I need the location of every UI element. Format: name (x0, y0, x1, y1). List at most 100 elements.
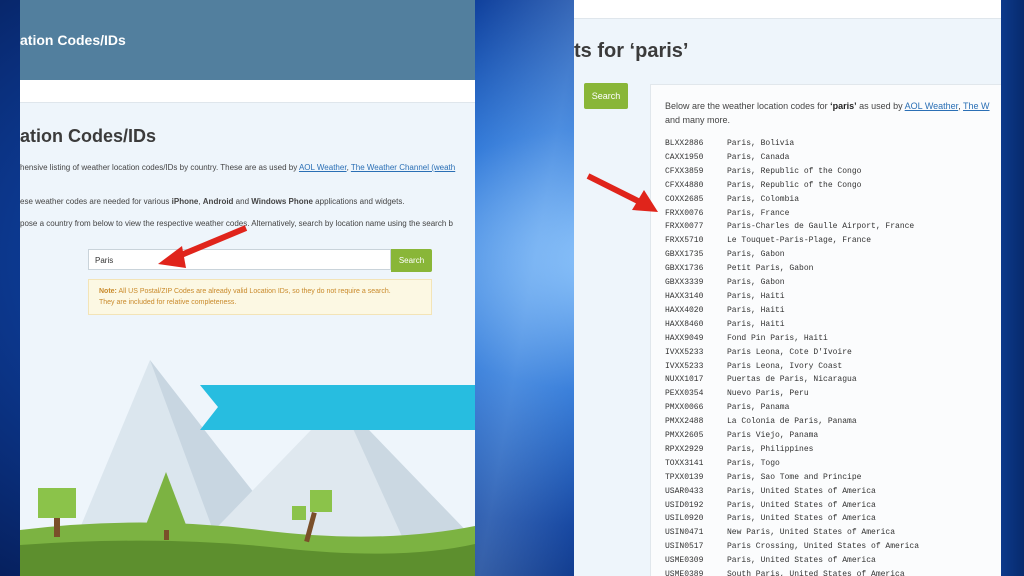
note-line-2: They are included for relative completen… (99, 299, 237, 306)
location-name: Le Touquet-Paris-Plage, France (727, 236, 872, 246)
results-intro-mid: as used by (856, 101, 905, 111)
location-name: Fond Pin Paris, Haiti (727, 333, 828, 343)
location-code: HAXX4020 (665, 305, 704, 315)
location-name: Paris, France (727, 208, 790, 218)
site-header: ation Codes/IDs (20, 0, 475, 80)
note-alert: Note: All US Postal/ZIP Codes are alread… (88, 279, 432, 315)
location-code: USIN0471 (665, 528, 704, 538)
location-code: USME0389 (665, 570, 704, 576)
location-code: HAXX8460 (665, 319, 704, 329)
result-row: HAXX8460 Paris, Haiti (665, 318, 919, 332)
result-row: GBXX1736 Petit Paris, Gabon (665, 262, 919, 276)
nav-bar (20, 80, 475, 103)
location-name: Paris, Haiti (727, 305, 785, 315)
platforms-tail: applications and widgets. (312, 197, 405, 206)
aol-weather-link[interactable]: AOL Weather (905, 101, 959, 111)
results-query: ‘paris’ (830, 101, 857, 111)
page-title: ation Codes/IDs (20, 126, 157, 146)
location-name: Paris Viejo, Panama (727, 431, 819, 441)
results-card: Below are the weather location codes for… (650, 84, 1001, 576)
location-code: CFXX4880 (665, 180, 704, 190)
search-button[interactable]: Search (391, 249, 432, 272)
result-row: TPXX0139 Paris, Sao Tome and Principe (665, 471, 919, 485)
results-intro-line-2: and many more. (665, 115, 731, 125)
results-list: BLXX2886 Paris, Bolivia CAXX1950 Paris, Can… (665, 137, 919, 576)
location-name: Paris-Charles de Gaulle Airport, France (727, 222, 915, 232)
result-row: HAXX4020 Paris, Haiti (665, 304, 919, 318)
site-header-title[interactable]: ation Codes/IDs (20, 32, 126, 48)
location-code: GBXX3339 (665, 278, 704, 288)
result-row: PEXX0354 Nuevo Paris, Peru (665, 387, 919, 401)
result-row: CFXX3859 Paris, Republic of the Congo (665, 165, 919, 179)
location-code: IVXX5233 (665, 361, 704, 371)
result-row: FRXX5710 Le Touquet-Paris-Plage, France (665, 234, 919, 248)
location-name: Paris, United States of America (727, 486, 876, 496)
location-name: Paris Leona, Cote D'Ivoire (727, 347, 852, 357)
result-row: PMXX2488 La Colonia de Paris, Panama (665, 415, 919, 429)
location-code: USIL0920 (665, 514, 704, 524)
location-code: TOXX3141 (665, 458, 704, 468)
location-name: Paris, Sao Tome and Principe (727, 472, 862, 482)
location-code: NUXX1017 (665, 375, 704, 385)
location-code: FRXX0077 (665, 222, 704, 232)
result-row: BLXX2886 Paris, Bolivia (665, 137, 919, 151)
location-name: Nuevo Paris, Peru (727, 389, 809, 399)
result-row: USME0389 South Paris, United States of Am… (665, 568, 919, 576)
result-row: IVXX5233 Paris Leona, Ivory Coast (665, 360, 919, 374)
location-name: Paris, Bolivia (727, 139, 795, 148)
search-button[interactable]: Search (584, 83, 628, 109)
result-row: GBXX3339 Paris, Gabon (665, 276, 919, 290)
location-code: USME0309 (665, 556, 704, 566)
weather-channel-link[interactable]: The Weather Channel (weath (351, 163, 455, 172)
location-name: Paris, United States of America (727, 500, 876, 510)
location-code: FRXX0076 (665, 208, 704, 218)
result-row: RPXX2929 Paris, Philippines (665, 443, 919, 457)
platform-windows-phone: Windows Phone (251, 197, 313, 206)
location-name: Paris, Republic of the Congo (727, 166, 862, 176)
location-name: Paris, United States of America (727, 514, 876, 524)
location-code: USAR0433 (665, 486, 704, 496)
note-label: Note: (99, 288, 117, 295)
result-row: USIN0517 Paris Crossing, United States of… (665, 540, 919, 554)
location-code: HAXX3140 (665, 291, 704, 301)
location-name: Petit Paris, Gabon (727, 264, 814, 274)
location-code: FRXX5710 (665, 236, 704, 246)
location-code: IVXX5233 (665, 347, 704, 357)
aol-weather-link[interactable]: AOL Weather (299, 163, 347, 172)
location-code: BLXX2886 (665, 139, 704, 148)
location-name: Paris, Gabon (727, 278, 785, 288)
location-code: HAXX9049 (665, 333, 704, 343)
result-row: USIL0920 Paris, United States of America (665, 512, 919, 526)
result-row: USID0192 Paris, United States of America (665, 499, 919, 513)
note-line-1: All US Postal/ZIP Codes are already vali… (116, 288, 391, 295)
result-row: PMXX0066 Paris, Panama (665, 401, 919, 415)
location-name: Paris, Republic of the Congo (727, 180, 862, 190)
location-name: New Paris, United States of America (727, 528, 896, 538)
result-row: FRXX0077 Paris-Charles de Gaulle Airport,… (665, 220, 919, 234)
result-row: TOXX3141 Paris, Togo (665, 457, 919, 471)
result-row: PMXX2605 Paris Viejo, Panama (665, 429, 919, 443)
result-row: IVXX5233 Paris Leona, Cote D'Ivoire (665, 346, 919, 360)
result-row: HAXX9049 Fond Pin Paris, Haiti (665, 332, 919, 346)
platform-iphone: iPhone (171, 197, 199, 206)
platforms-sep-2: and (233, 197, 252, 206)
location-code: CAXX1950 (665, 152, 704, 162)
red-arrow-icon (158, 225, 248, 268)
red-arrow-icon (586, 173, 658, 212)
result-row: GBXX1735 Paris, Gabon (665, 248, 919, 262)
weather-channel-link[interactable]: The W (963, 101, 990, 111)
location-name: La Colonia de Paris, Panama (727, 417, 857, 427)
result-row: USAR0433 Paris, United States of America (665, 485, 919, 499)
right-screenshot-panel: ts for ‘paris’ Search Below are the weat… (574, 0, 1001, 576)
location-name: Paris, Panama (727, 403, 790, 413)
location-code: PMXX0066 (665, 403, 704, 413)
location-name: Paris, Canada (727, 152, 790, 162)
result-row: CFXX4880 Paris, Republic of the Congo (665, 179, 919, 193)
platforms-text: ese weather codes are needed for various (20, 197, 172, 206)
location-code: CFXX3859 (665, 166, 704, 176)
result-row: FRXX0076 Paris, France (665, 207, 919, 221)
location-name: Paris, Philippines (727, 444, 814, 454)
location-name: Paris, Gabon (727, 250, 785, 260)
location-code: USIN0517 (665, 542, 704, 552)
result-row: NUXX1017 Puertas de Paris, Nicaragua (665, 373, 919, 387)
